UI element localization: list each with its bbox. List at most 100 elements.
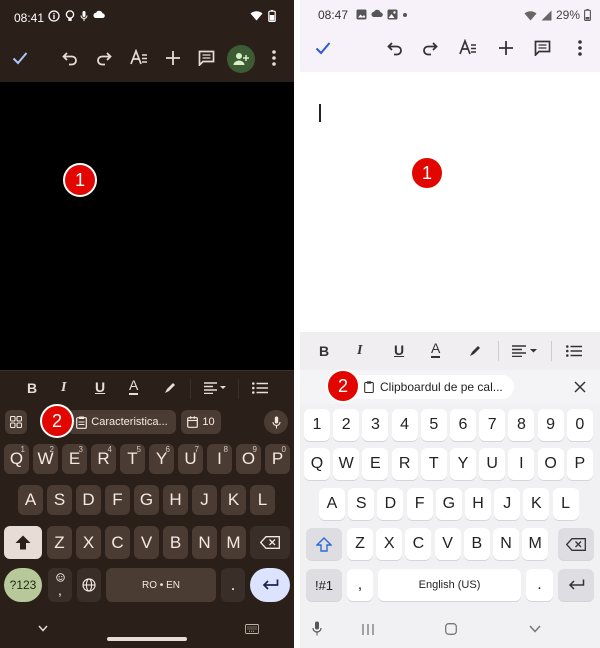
- key-d[interactable]: D: [76, 485, 101, 515]
- comma-key[interactable]: ,: [347, 569, 373, 601]
- key-m[interactable]: M: [522, 528, 549, 560]
- key-y[interactable]: Y: [450, 448, 476, 480]
- key-7[interactable]: 7: [479, 409, 506, 441]
- symbols-key[interactable]: !#1: [306, 569, 342, 601]
- text-format-icon[interactable]: [130, 49, 148, 67]
- add-icon[interactable]: [498, 40, 514, 56]
- key-8[interactable]: 8: [508, 409, 535, 441]
- list-icon[interactable]: [566, 345, 582, 357]
- key-p[interactable]: P0: [265, 444, 290, 474]
- keyboard-icon[interactable]: [245, 624, 259, 634]
- key-n[interactable]: N: [192, 526, 217, 559]
- key-6[interactable]: 6: [450, 409, 476, 441]
- key-k[interactable]: K: [523, 488, 550, 520]
- key-w[interactable]: W: [333, 448, 360, 480]
- redo-icon[interactable]: [422, 40, 438, 56]
- key-n[interactable]: N: [493, 528, 519, 560]
- key-e[interactable]: E: [362, 448, 389, 480]
- add-icon[interactable]: [165, 50, 181, 66]
- key-b[interactable]: B: [163, 526, 188, 559]
- key-a[interactable]: A: [18, 485, 43, 515]
- redo-icon[interactable]: [96, 50, 112, 66]
- italic-button[interactable]: I: [61, 380, 66, 396]
- text-format-icon[interactable]: [459, 39, 477, 57]
- mic-icon[interactable]: [312, 621, 322, 636]
- period-key[interactable]: .: [221, 568, 245, 602]
- key-m[interactable]: M: [221, 526, 246, 559]
- chevron-down-icon[interactable]: [38, 625, 48, 632]
- key-o[interactable]: O: [537, 448, 564, 480]
- key-s[interactable]: S: [47, 485, 72, 515]
- key-9[interactable]: 9: [537, 409, 564, 441]
- bold-button[interactable]: B: [27, 380, 37, 396]
- bold-button[interactable]: B: [319, 343, 329, 359]
- list-icon[interactable]: [252, 382, 268, 394]
- key-i[interactable]: I: [508, 448, 535, 480]
- undo-icon[interactable]: [62, 50, 78, 66]
- language-key[interactable]: [77, 568, 101, 602]
- key-z[interactable]: Z: [347, 528, 373, 560]
- underline-button[interactable]: U: [95, 379, 105, 395]
- key-t[interactable]: T: [420, 448, 447, 480]
- key-p[interactable]: P: [566, 448, 593, 480]
- key-r[interactable]: R4: [91, 444, 116, 474]
- key-a[interactable]: A: [319, 488, 345, 520]
- undo-icon[interactable]: [387, 40, 403, 56]
- key-w[interactable]: W2: [33, 444, 58, 474]
- space-key[interactable]: English (US): [378, 569, 521, 601]
- text-color-button[interactable]: A: [431, 341, 441, 358]
- chevron-down-icon[interactable]: [529, 625, 541, 633]
- period-key[interactable]: .: [526, 569, 553, 601]
- underline-button[interactable]: U: [394, 342, 404, 358]
- key-u[interactable]: U7: [178, 444, 203, 474]
- key-c[interactable]: C: [405, 528, 432, 560]
- document-canvas[interactable]: [300, 72, 600, 332]
- emoji-comma-key[interactable]: ,: [48, 568, 72, 602]
- calendar-suggestion-chip[interactable]: 10: [181, 410, 221, 434]
- more-vert-icon[interactable]: [272, 50, 276, 66]
- key-3[interactable]: 3: [362, 409, 389, 441]
- recents-icon[interactable]: [362, 624, 374, 635]
- enter-key[interactable]: [558, 569, 594, 601]
- key-f[interactable]: F: [406, 488, 433, 520]
- clipboard-suggestion-chip[interactable]: Clipboardul de pe cal...: [340, 375, 514, 399]
- key-v[interactable]: V: [134, 526, 159, 559]
- key-4[interactable]: 4: [391, 409, 418, 441]
- key-q[interactable]: Q1: [4, 444, 29, 474]
- key-l[interactable]: L: [250, 485, 275, 515]
- key-c[interactable]: C: [105, 526, 130, 559]
- key-x[interactable]: X: [76, 526, 101, 559]
- key-5[interactable]: 5: [420, 409, 447, 441]
- key-f[interactable]: F: [105, 485, 130, 515]
- key-x[interactable]: X: [376, 528, 403, 560]
- key-2[interactable]: 2: [333, 409, 360, 441]
- document-canvas[interactable]: [0, 82, 294, 370]
- key-l[interactable]: L: [552, 488, 579, 520]
- home-icon[interactable]: [445, 623, 457, 635]
- key-b[interactable]: B: [463, 528, 490, 560]
- key-d[interactable]: D: [377, 488, 404, 520]
- text-color-button[interactable]: A: [129, 378, 139, 395]
- key-q[interactable]: Q: [304, 448, 330, 480]
- highlight-icon[interactable]: [163, 381, 177, 395]
- checkmark-icon[interactable]: [12, 51, 28, 65]
- comment-icon[interactable]: [534, 40, 551, 56]
- key-s[interactable]: S: [348, 488, 375, 520]
- backspace-key[interactable]: [250, 526, 290, 559]
- checkmark-icon[interactable]: [315, 41, 331, 55]
- share-button[interactable]: [227, 45, 255, 73]
- key-v[interactable]: V: [434, 528, 461, 560]
- key-k[interactable]: K: [221, 485, 246, 515]
- home-gesture-bar[interactable]: [107, 637, 187, 641]
- more-vert-icon[interactable]: [578, 40, 582, 56]
- apps-button[interactable]: [5, 410, 27, 434]
- key-t[interactable]: T5: [120, 444, 145, 474]
- key-z[interactable]: Z: [47, 526, 72, 559]
- comment-icon[interactable]: [198, 50, 215, 66]
- key-r[interactable]: R: [391, 448, 418, 480]
- shift-key[interactable]: [306, 528, 342, 560]
- backspace-key[interactable]: [558, 528, 594, 560]
- close-icon[interactable]: [574, 381, 586, 393]
- key-j[interactable]: J: [192, 485, 217, 515]
- key-u[interactable]: U: [479, 448, 506, 480]
